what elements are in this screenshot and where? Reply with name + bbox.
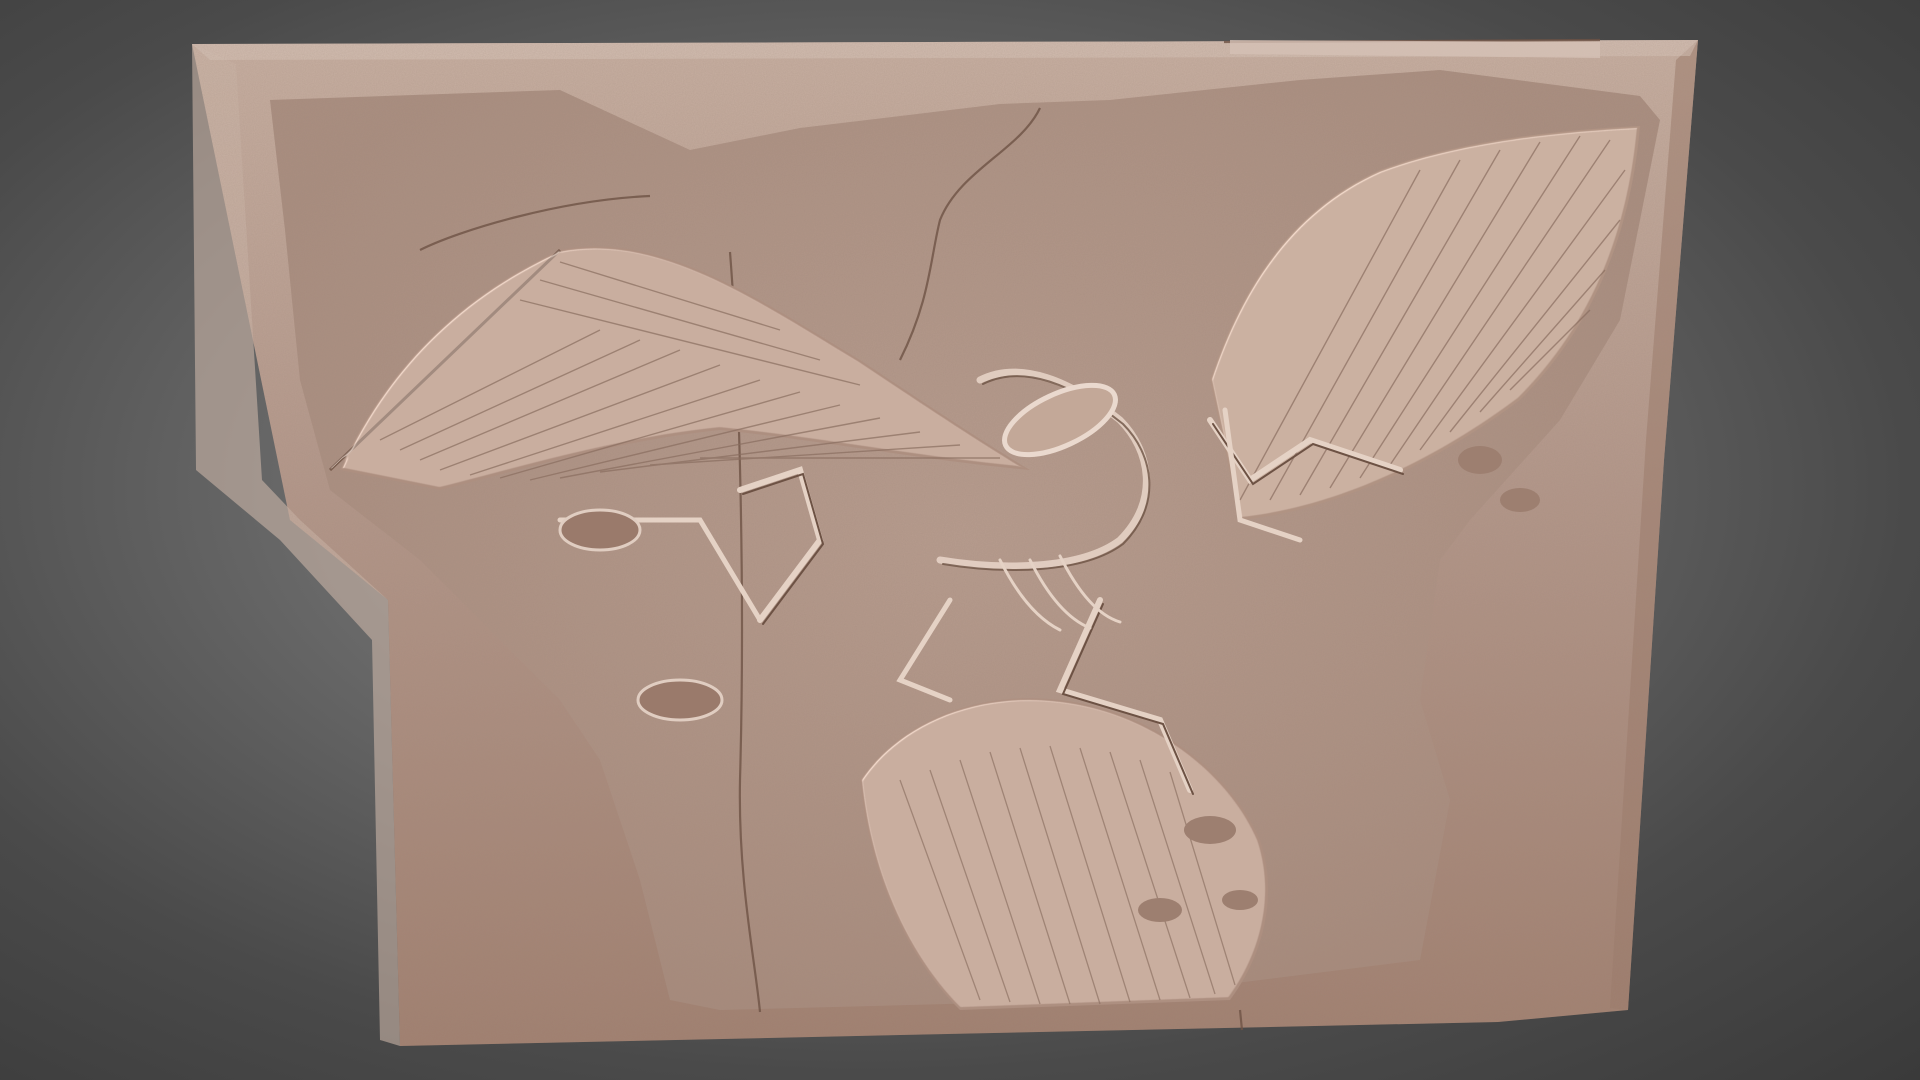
fossil-slab-render[interactable] — [0, 0, 1920, 1080]
3d-viewport[interactable] — [0, 0, 1920, 1080]
